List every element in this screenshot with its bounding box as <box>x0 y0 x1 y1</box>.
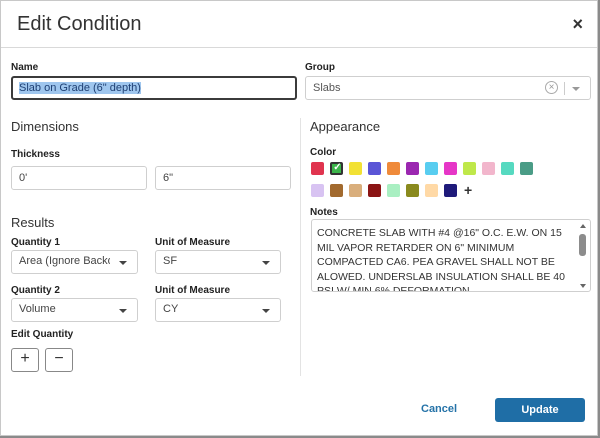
color-swatch[interactable] <box>387 184 400 197</box>
uom1-value: SF <box>163 255 178 267</box>
quantity2-value: Volume <box>19 303 56 315</box>
color-swatch[interactable] <box>311 162 324 175</box>
color-swatch[interactable] <box>387 162 400 175</box>
quantity2-label: Quantity 2 <box>11 285 60 296</box>
chevron-down-icon <box>119 309 127 313</box>
uom2-label: Unit of Measure <box>155 285 231 296</box>
color-swatch[interactable] <box>425 184 438 197</box>
thickness-label: Thickness <box>11 149 60 160</box>
uom1-label: Unit of Measure <box>155 237 231 248</box>
edit-condition-dialog: Edit Condition × Name Slab on Grade (6" … <box>0 0 598 436</box>
color-swatch[interactable] <box>501 162 514 175</box>
cancel-button[interactable]: Cancel <box>421 403 457 415</box>
select-separator <box>564 82 565 95</box>
add-color-icon[interactable]: + <box>464 183 472 197</box>
quantity1-select[interactable]: Area (Ignore Backout) <box>11 250 138 274</box>
color-swatch[interactable] <box>444 184 457 197</box>
close-icon[interactable]: × <box>572 14 583 34</box>
color-swatch[interactable] <box>463 162 476 175</box>
add-quantity-button[interactable]: + <box>11 348 39 372</box>
appearance-title: Appearance <box>310 119 381 134</box>
group-label: Group <box>305 62 335 73</box>
color-swatch[interactable] <box>349 184 362 197</box>
color-label: Color <box>310 147 337 158</box>
color-swatch[interactable] <box>368 162 381 175</box>
check-icon: ✓ <box>333 162 342 173</box>
notes-text: CONCRETE SLAB WITH #4 @16" O.C. E.W. ON … <box>317 227 565 292</box>
color-swatch[interactable] <box>311 184 324 197</box>
scroll-thumb[interactable] <box>579 234 586 256</box>
name-input[interactable]: Slab on Grade (6" depth) <box>11 76 297 100</box>
name-label: Name <box>11 62 39 73</box>
uom2-select[interactable]: CY <box>155 298 281 322</box>
color-swatch[interactable] <box>330 184 343 197</box>
notes-label: Notes <box>310 207 338 218</box>
color-swatch[interactable] <box>444 162 457 175</box>
scroll-down-icon[interactable] <box>580 284 586 288</box>
uom1-select[interactable]: SF <box>155 250 281 274</box>
group-select[interactable]: Slabs × <box>305 76 591 100</box>
color-swatch[interactable] <box>406 162 419 175</box>
results-title: Results <box>11 215 55 230</box>
edit-quantity-label: Edit Quantity <box>11 329 74 340</box>
color-swatch[interactable] <box>482 162 495 175</box>
dialog-title: Edit Condition <box>17 13 142 35</box>
chevron-down-icon <box>262 309 270 313</box>
color-swatch[interactable] <box>520 162 533 175</box>
quantity1-label: Quantity 1 <box>11 237 60 248</box>
color-swatch[interactable]: ✓ <box>330 162 343 175</box>
chevron-down-icon[interactable] <box>572 87 580 91</box>
notes-textarea[interactable]: CONCRETE SLAB WITH #4 @16" O.C. E.W. ON … <box>311 219 591 292</box>
column-divider <box>300 118 301 376</box>
color-swatch[interactable] <box>368 184 381 197</box>
clear-icon[interactable]: × <box>545 81 558 94</box>
thickness-feet-input[interactable]: 0' <box>11 166 147 190</box>
scroll-up-icon[interactable] <box>580 224 586 228</box>
chevron-down-icon <box>262 261 270 265</box>
update-button[interactable]: Update <box>495 398 585 422</box>
dimensions-title: Dimensions <box>11 119 79 134</box>
thickness-inches-input[interactable]: 6" <box>155 166 291 190</box>
color-swatch[interactable] <box>349 162 362 175</box>
chevron-down-icon <box>119 261 127 265</box>
quantity1-value: Area (Ignore Backout) <box>19 255 110 267</box>
dialog-header: Edit Condition × <box>1 1 597 48</box>
name-value: Slab on Grade (6" depth) <box>19 82 141 94</box>
quantity2-select[interactable]: Volume <box>11 298 138 322</box>
remove-quantity-button[interactable]: − <box>45 348 73 372</box>
color-swatch[interactable] <box>406 184 419 197</box>
uom2-value: CY <box>163 303 179 315</box>
group-value: Slabs <box>313 82 341 94</box>
notes-scrollbar[interactable] <box>579 224 587 288</box>
color-swatch[interactable] <box>425 162 438 175</box>
